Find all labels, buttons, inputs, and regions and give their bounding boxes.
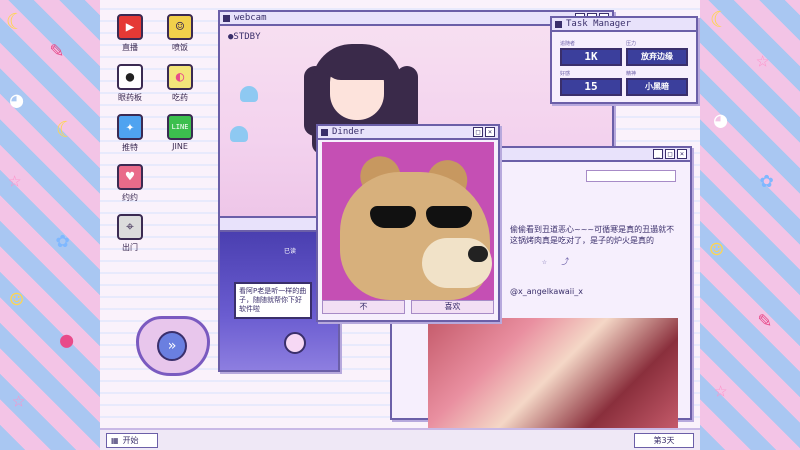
balloon-heart-icon bbox=[240, 86, 258, 102]
star-outline-right-icon: ☆ bbox=[714, 378, 728, 403]
bow-right-icon: ✿ bbox=[760, 168, 774, 193]
bird-icon: ✦ bbox=[117, 114, 143, 140]
desktop-icon-medicine[interactable]: ◐ 吃药 bbox=[158, 64, 202, 103]
close-button[interactable]: × bbox=[485, 127, 495, 137]
chat-bubble: 看阿P老是听一样的曲子，随随就帮你下好软件啦 bbox=[234, 282, 312, 319]
smiley-right-icon: ☺ bbox=[710, 238, 724, 263]
lipstick-right-icon: ✎ bbox=[758, 308, 772, 333]
read-mark: 已读 bbox=[284, 248, 297, 255]
balloon-heart-icon-2 bbox=[230, 126, 248, 142]
star-outline-icon: ☆ bbox=[12, 388, 26, 413]
tweet-actions[interactable]: ☆ ⤴ bbox=[542, 256, 569, 267]
dinder-no-button[interactable]: 不 bbox=[322, 300, 405, 314]
task-manager-titlebar[interactable]: Task Manager bbox=[552, 18, 696, 32]
day-counter: 第3天 bbox=[634, 433, 694, 448]
desktop-icon-date[interactable]: ♥ 约约 bbox=[108, 164, 152, 203]
dinder-like-button[interactable]: 喜欢 bbox=[411, 300, 494, 314]
cat-icon: ◕ bbox=[10, 88, 24, 113]
search-bar[interactable] bbox=[586, 170, 676, 182]
moon-icon: ☾ bbox=[56, 118, 70, 143]
tweet-food-photo bbox=[428, 318, 678, 428]
stat-mental: 精神 小黑暗 bbox=[626, 70, 688, 96]
desktop: ▶ 直播 ☺ 喷饭 ● 眼药板 ◐ 吃药 ✦ 推特 LINE JINE ♥ 约约… bbox=[100, 0, 700, 428]
desktop-icon-go-out[interactable]: ⌖ 出门 bbox=[108, 214, 152, 253]
bomb-icon: ● bbox=[117, 64, 143, 90]
heart-fast-forward-button[interactable]: » bbox=[136, 316, 210, 376]
window-icon bbox=[223, 14, 230, 22]
desktop-icon-eyedrops[interactable]: ● 眼药板 bbox=[108, 64, 152, 103]
dinder-profile-photo bbox=[322, 142, 494, 300]
window-icon bbox=[555, 20, 562, 28]
desktop-icon-stream[interactable]: ▶ 直播 bbox=[108, 14, 152, 53]
tweet-post: 偷偷看到丑道恶心~~~可循寒是真的丑遢就不 这锅烤肉真是吃对了，是子的炉火是真的 bbox=[510, 225, 675, 245]
taskbar: ▦ 开始 第3天 bbox=[100, 428, 700, 450]
stat-stress: 压力 放弃边缘 bbox=[626, 40, 688, 66]
sunglasses-icon bbox=[370, 206, 480, 228]
start-button[interactable]: ▦ 开始 bbox=[106, 433, 158, 448]
pill-deco-icon: ● bbox=[60, 328, 74, 353]
bow-icon: ✿ bbox=[56, 228, 70, 253]
close-button[interactable]: × bbox=[677, 149, 687, 159]
map-pin-icon: ⌖ bbox=[117, 214, 143, 240]
line-icon: LINE bbox=[167, 114, 193, 140]
right-pattern-border: ☾ ☆ ◕ ✿ ☺ ✎ ☆ bbox=[700, 0, 800, 450]
cat-sticker bbox=[284, 332, 306, 354]
fast-forward-icon: » bbox=[157, 331, 187, 361]
stat-followers: 追随者 1K bbox=[560, 40, 622, 66]
window-icon bbox=[321, 128, 328, 136]
star-right-icon: ☆ bbox=[756, 48, 770, 73]
dinder-titlebar[interactable]: Dinder □ × bbox=[318, 126, 498, 140]
youtube-icon: ▶ bbox=[117, 14, 143, 40]
maximize-button[interactable]: □ bbox=[665, 149, 675, 159]
streamer-bangs bbox=[324, 52, 390, 80]
moon-right-icon: ☾ bbox=[710, 8, 724, 33]
smiley-deco-icon: ☺ bbox=[10, 288, 24, 313]
lipstick-icon: ✎ bbox=[50, 38, 64, 63]
stat-affection: 好感 15 bbox=[560, 70, 622, 96]
star-icon: ☆ bbox=[8, 168, 22, 193]
task-manager-window[interactable]: Task Manager 追随者 1K 压力 放弃边缘 好感 15 精神 小黑暗 bbox=[550, 16, 698, 104]
desktop-icon-jine[interactable]: LINE JINE bbox=[158, 114, 202, 151]
desktop-icon-fun[interactable]: ☺ 喷饭 bbox=[158, 14, 202, 53]
phone-icon: ♥ bbox=[117, 164, 143, 190]
smiley-icon: ☺ bbox=[167, 14, 193, 40]
maximize-button[interactable]: □ bbox=[473, 127, 483, 137]
dog-nose bbox=[468, 246, 488, 262]
left-pattern-border: ☾ ✎ ◕ ☾ ☆ ✿ ☺ ● ☆ bbox=[0, 0, 100, 450]
cat-right-icon: ◕ bbox=[714, 108, 728, 133]
standby-indicator: ●STDBY bbox=[228, 32, 261, 42]
minimize-button[interactable]: _ bbox=[653, 149, 663, 159]
dinder-window[interactable]: Dinder □ × 不 喜欢 bbox=[316, 124, 500, 322]
crescent-moon-icon: ☾ bbox=[6, 10, 20, 35]
tweet-handle[interactable]: @x_angelkawaii_x bbox=[510, 286, 583, 297]
desktop-icon-tweeter[interactable]: ✦ 推特 bbox=[108, 114, 152, 153]
pill-icon: ◐ bbox=[167, 64, 193, 90]
start-logo-icon: ▦ bbox=[111, 436, 119, 445]
